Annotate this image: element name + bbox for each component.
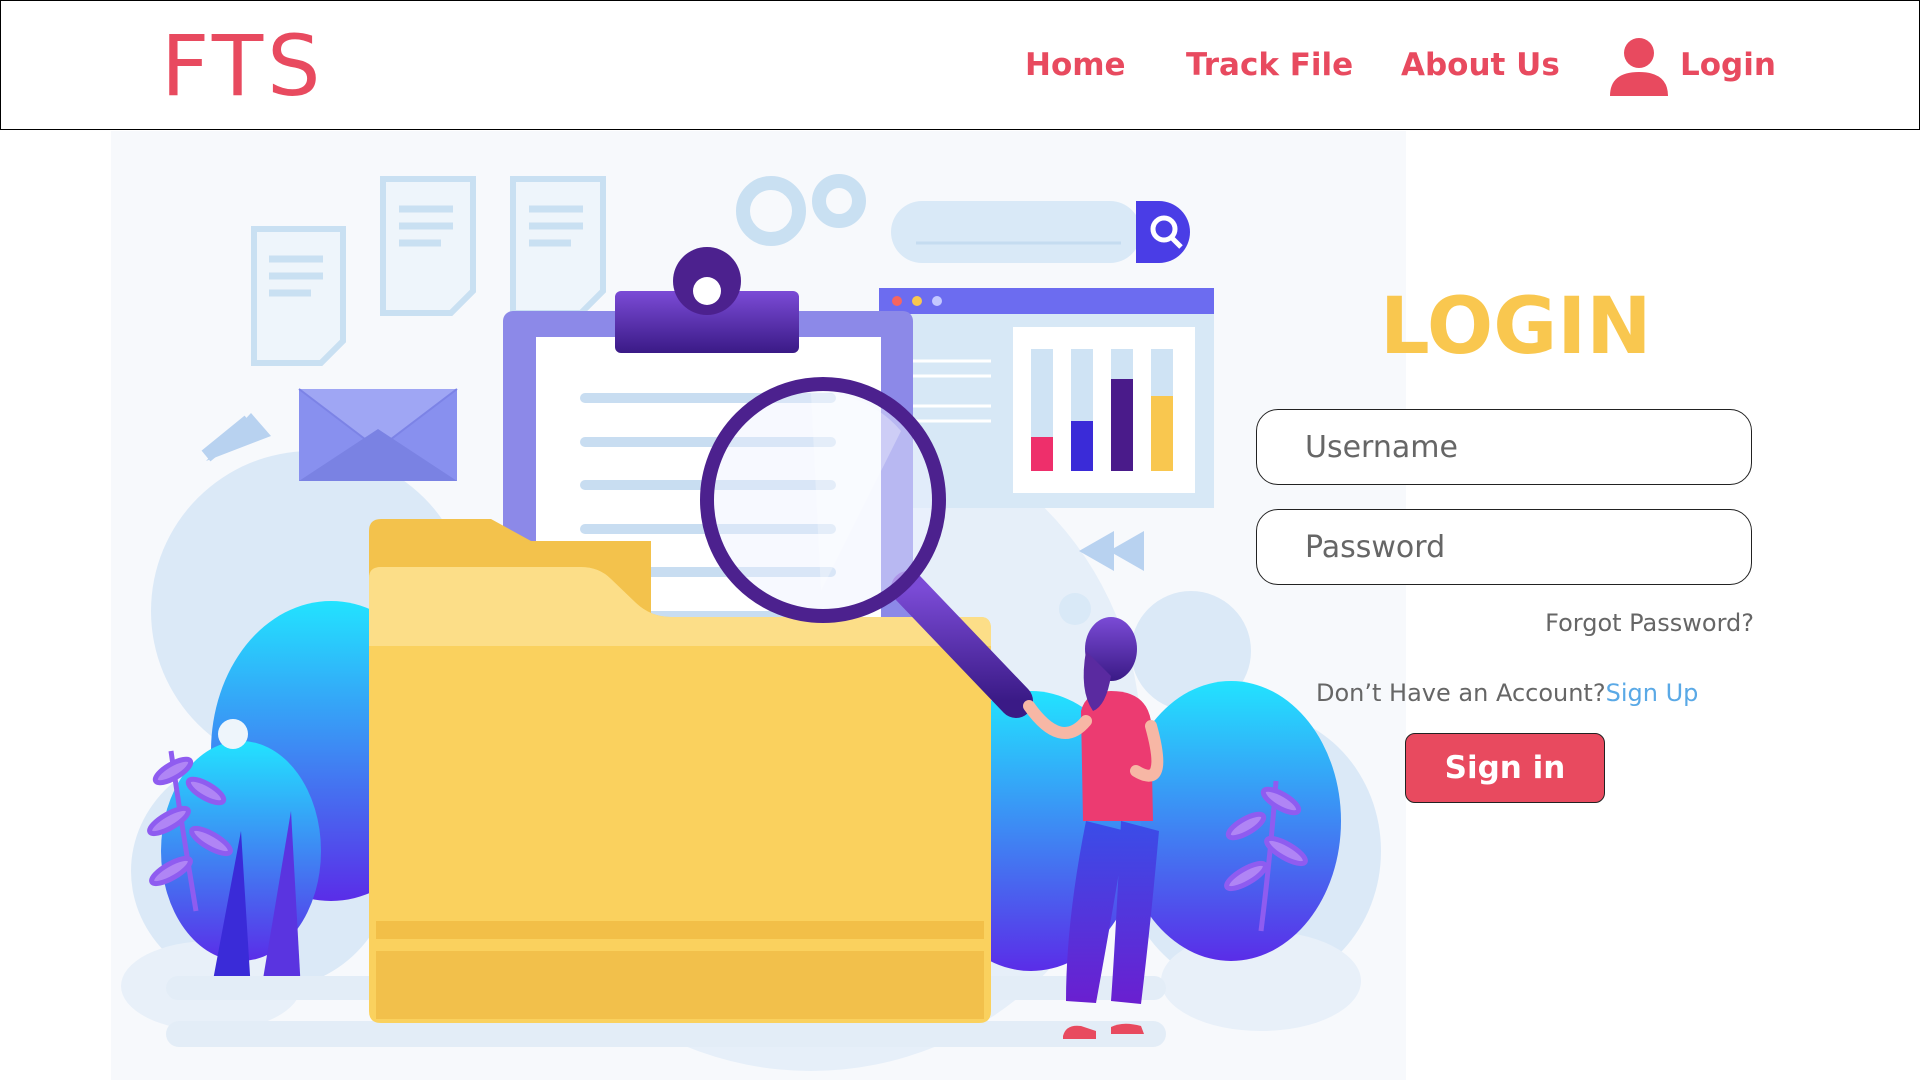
- no-account-text: Don’t Have an Account?: [1316, 679, 1606, 707]
- forgot-password-link[interactable]: Forgot Password?: [1480, 609, 1754, 637]
- hero-illustration: [111, 131, 1406, 1080]
- nav-track-file[interactable]: Track File: [1186, 47, 1353, 83]
- password-input[interactable]: [1256, 509, 1752, 585]
- nav-about-us[interactable]: About Us: [1401, 47, 1560, 83]
- navbar: FTS Home Track File About Us Login: [0, 0, 1920, 130]
- nav-home[interactable]: Home: [1025, 47, 1126, 83]
- signup-row: Don’t Have an Account?Sign Up: [1316, 679, 1698, 707]
- user-icon[interactable]: [1608, 34, 1670, 96]
- nav-login[interactable]: Login: [1680, 47, 1776, 83]
- file-search-illustration: [121, 174, 1381, 1071]
- signup-link[interactable]: Sign Up: [1606, 679, 1699, 707]
- login-title: LOGIN: [1380, 282, 1652, 372]
- signin-button[interactable]: Sign in: [1405, 733, 1605, 803]
- username-input[interactable]: [1256, 409, 1752, 485]
- logo[interactable]: FTS: [161, 17, 324, 115]
